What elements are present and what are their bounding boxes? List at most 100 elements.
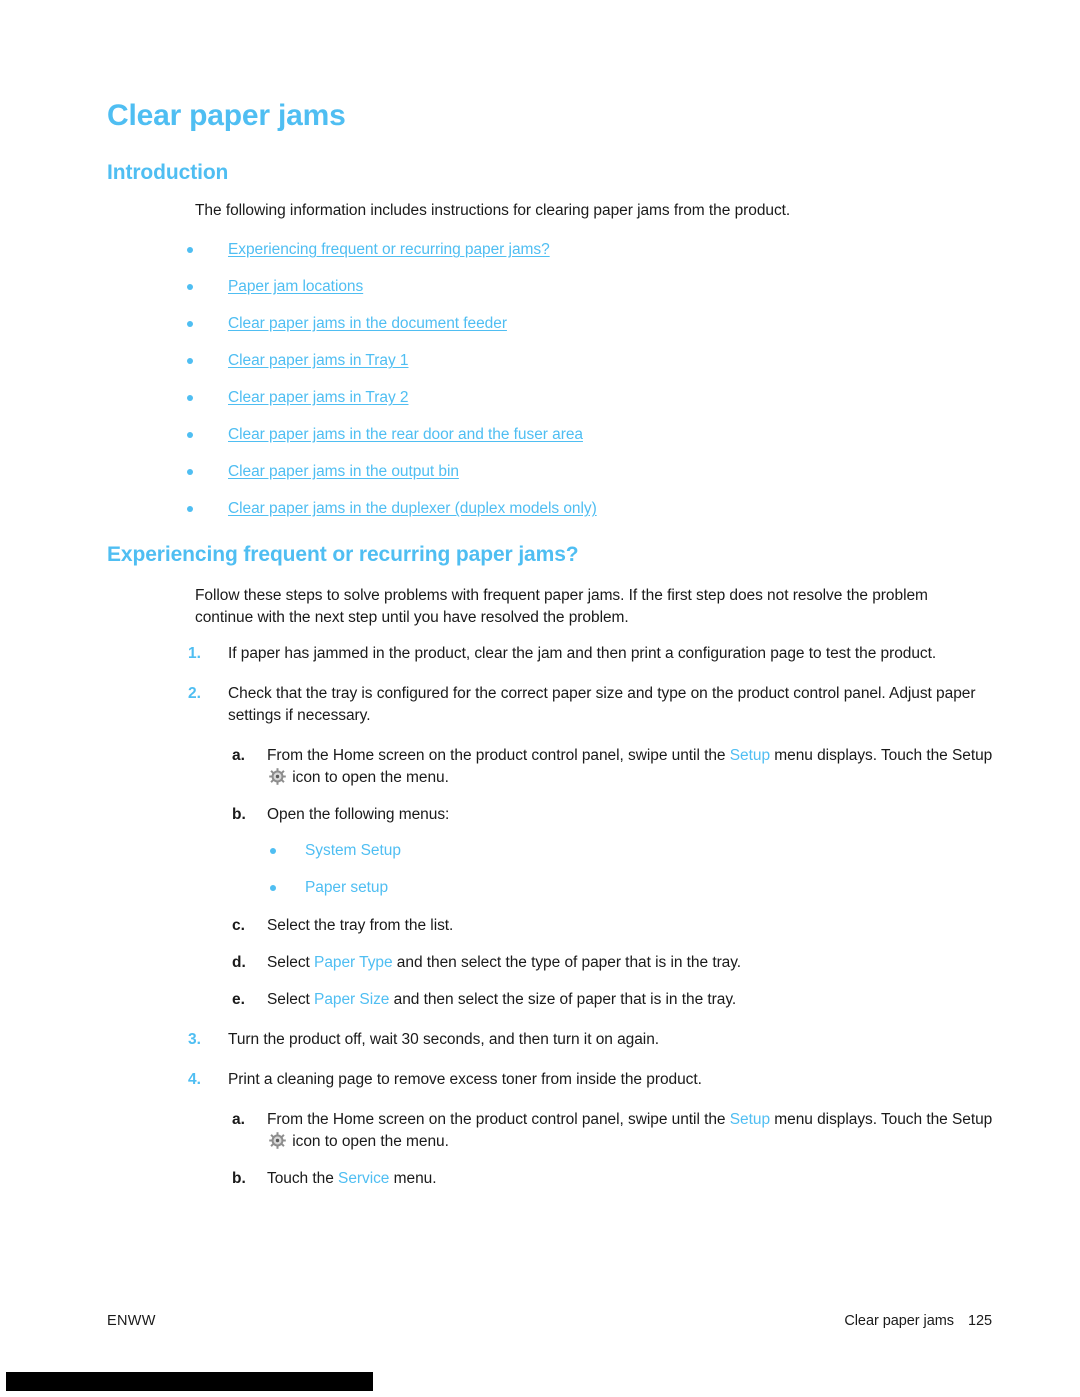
substep-text: Touch the Service menu. bbox=[267, 1168, 997, 1190]
substep-text: Select the tray from the list. bbox=[267, 917, 454, 934]
bullet-icon bbox=[187, 247, 193, 253]
list-item: System Setup bbox=[107, 841, 997, 878]
step-text: Print a cleaning page to remove excess t… bbox=[228, 1071, 702, 1088]
introduction-heading: Introduction bbox=[107, 161, 229, 184]
ui-label-setup: Setup bbox=[729, 747, 771, 764]
list-item[interactable]: Clear paper jams in Tray 1 bbox=[107, 351, 987, 388]
substep-text-part2: menu displays. Touch the Setup bbox=[770, 1111, 993, 1128]
ui-label-paper-size: Paper Size bbox=[314, 991, 390, 1008]
step-2-substeps: a. From the Home screen on the product c… bbox=[107, 745, 997, 1011]
introduction-paragraph: The following information includes instr… bbox=[195, 202, 791, 219]
footer-locale: ENWW bbox=[107, 1313, 156, 1329]
bullet-icon bbox=[187, 284, 193, 290]
bullet-icon bbox=[187, 432, 193, 438]
substep-letter: c. bbox=[232, 917, 245, 934]
step-1: 1. If paper has jammed in the product, c… bbox=[107, 643, 997, 665]
topic-link[interactable]: Clear paper jams in the document feeder bbox=[228, 314, 507, 334]
substep-letter: e. bbox=[232, 991, 245, 1008]
substep-2b: b. Open the following menus: bbox=[107, 804, 997, 826]
substep-text-part1: From the Home screen on the product cont… bbox=[267, 1111, 730, 1128]
substep-letter: b. bbox=[232, 1170, 246, 1187]
bullet-icon bbox=[270, 848, 276, 854]
section-heading: Experiencing frequent or recurring paper… bbox=[107, 543, 579, 566]
substep-letter: a. bbox=[232, 1111, 245, 1128]
menu-item-label: System Setup bbox=[305, 842, 401, 859]
substep-2e: e. Select Paper Size and then select the… bbox=[107, 989, 997, 1011]
gear-icon bbox=[269, 1132, 286, 1149]
topic-link-list: Experiencing frequent or recurring paper… bbox=[107, 240, 987, 536]
substep-text: Select Paper Size and then select the si… bbox=[267, 989, 997, 1011]
substep-letter: b. bbox=[232, 806, 246, 823]
substep-2c: c. Select the tray from the list. bbox=[107, 915, 997, 937]
step-number: 4. bbox=[188, 1071, 201, 1088]
list-item[interactable]: Clear paper jams in Tray 2 bbox=[107, 388, 987, 425]
list-item[interactable]: Paper jam locations bbox=[107, 277, 987, 314]
list-item[interactable]: Experiencing frequent or recurring paper… bbox=[107, 240, 987, 277]
bullet-icon bbox=[187, 395, 193, 401]
substep-text: Open the following menus: bbox=[267, 806, 450, 823]
substep-text-part1: Touch the bbox=[267, 1170, 339, 1187]
footer-black-bar bbox=[6, 1372, 373, 1391]
menu-path-list: System Setup Paper setup bbox=[107, 841, 997, 915]
bullet-icon bbox=[187, 469, 193, 475]
step-number: 2. bbox=[188, 685, 201, 702]
list-item[interactable]: Clear paper jams in the output bin bbox=[107, 462, 987, 499]
substep-4b: b. Touch the Service menu. bbox=[107, 1168, 997, 1190]
substep-text-part3: icon to open the menu. bbox=[288, 769, 449, 786]
substep-4a: a. From the Home screen on the product c… bbox=[107, 1109, 997, 1153]
topic-link[interactable]: Clear paper jams in the duplexer (duplex… bbox=[228, 499, 597, 519]
step-4-substeps: a. From the Home screen on the product c… bbox=[107, 1109, 997, 1190]
substep-text-part2: menu displays. Touch the Setup bbox=[770, 747, 993, 764]
step-text: Check that the tray is configured for th… bbox=[228, 685, 976, 724]
topic-link[interactable]: Clear paper jams in the rear door and th… bbox=[228, 425, 583, 445]
substep-text-part2: and then select the size of paper that i… bbox=[389, 991, 737, 1008]
ui-label-paper-type: Paper Type bbox=[314, 954, 393, 971]
procedure-steps: 1. If paper has jammed in the product, c… bbox=[107, 643, 997, 1190]
list-item: Paper setup bbox=[107, 878, 997, 915]
topic-link[interactable]: Clear paper jams in the output bin bbox=[228, 462, 459, 482]
bullet-icon bbox=[187, 358, 193, 364]
substep-text: From the Home screen on the product cont… bbox=[267, 1109, 997, 1153]
list-item[interactable]: Clear paper jams in the document feeder bbox=[107, 314, 987, 351]
ui-label-service: Service bbox=[338, 1170, 390, 1187]
substep-letter: d. bbox=[232, 954, 246, 971]
menu-item-label: Paper setup bbox=[305, 879, 389, 896]
topic-link[interactable]: Clear paper jams in Tray 1 bbox=[228, 351, 409, 371]
step-2: 2. Check that the tray is configured for… bbox=[107, 683, 997, 727]
step-text: If paper has jammed in the product, clea… bbox=[228, 645, 937, 662]
substep-text-part1: Select bbox=[267, 991, 315, 1008]
list-item[interactable]: Clear paper jams in the rear door and th… bbox=[107, 425, 987, 462]
gear-icon bbox=[269, 768, 286, 785]
step-number: 1. bbox=[188, 645, 201, 662]
topic-link[interactable]: Paper jam locations bbox=[228, 277, 363, 297]
bullet-icon bbox=[187, 321, 193, 327]
step-3: 3. Turn the product off, wait 30 seconds… bbox=[107, 1029, 997, 1051]
substep-text-part3: icon to open the menu. bbox=[288, 1133, 449, 1150]
topic-link[interactable]: Experiencing frequent or recurring paper… bbox=[228, 240, 550, 260]
list-item[interactable]: Clear paper jams in the duplexer (duplex… bbox=[107, 499, 987, 536]
substep-text: Select Paper Type and then select the ty… bbox=[267, 952, 997, 974]
section-intro-paragraph: Follow these steps to solve problems wit… bbox=[195, 587, 928, 626]
document-page: Clear paper jams Introduction The follow… bbox=[0, 0, 1080, 1397]
substep-text-part1: From the Home screen on the product cont… bbox=[267, 747, 730, 764]
substep-text-part1: Select bbox=[267, 954, 315, 971]
step-number: 3. bbox=[188, 1031, 201, 1048]
step-text: Turn the product off, wait 30 seconds, a… bbox=[228, 1031, 660, 1048]
bullet-icon bbox=[270, 885, 276, 891]
topic-link[interactable]: Clear paper jams in Tray 2 bbox=[228, 388, 409, 408]
substep-letter: a. bbox=[232, 747, 245, 764]
page-title: Clear paper jams bbox=[107, 99, 346, 132]
substep-text-part2: menu. bbox=[389, 1170, 437, 1187]
substep-2a: a. From the Home screen on the product c… bbox=[107, 745, 997, 789]
substep-text: From the Home screen on the product cont… bbox=[267, 745, 997, 789]
